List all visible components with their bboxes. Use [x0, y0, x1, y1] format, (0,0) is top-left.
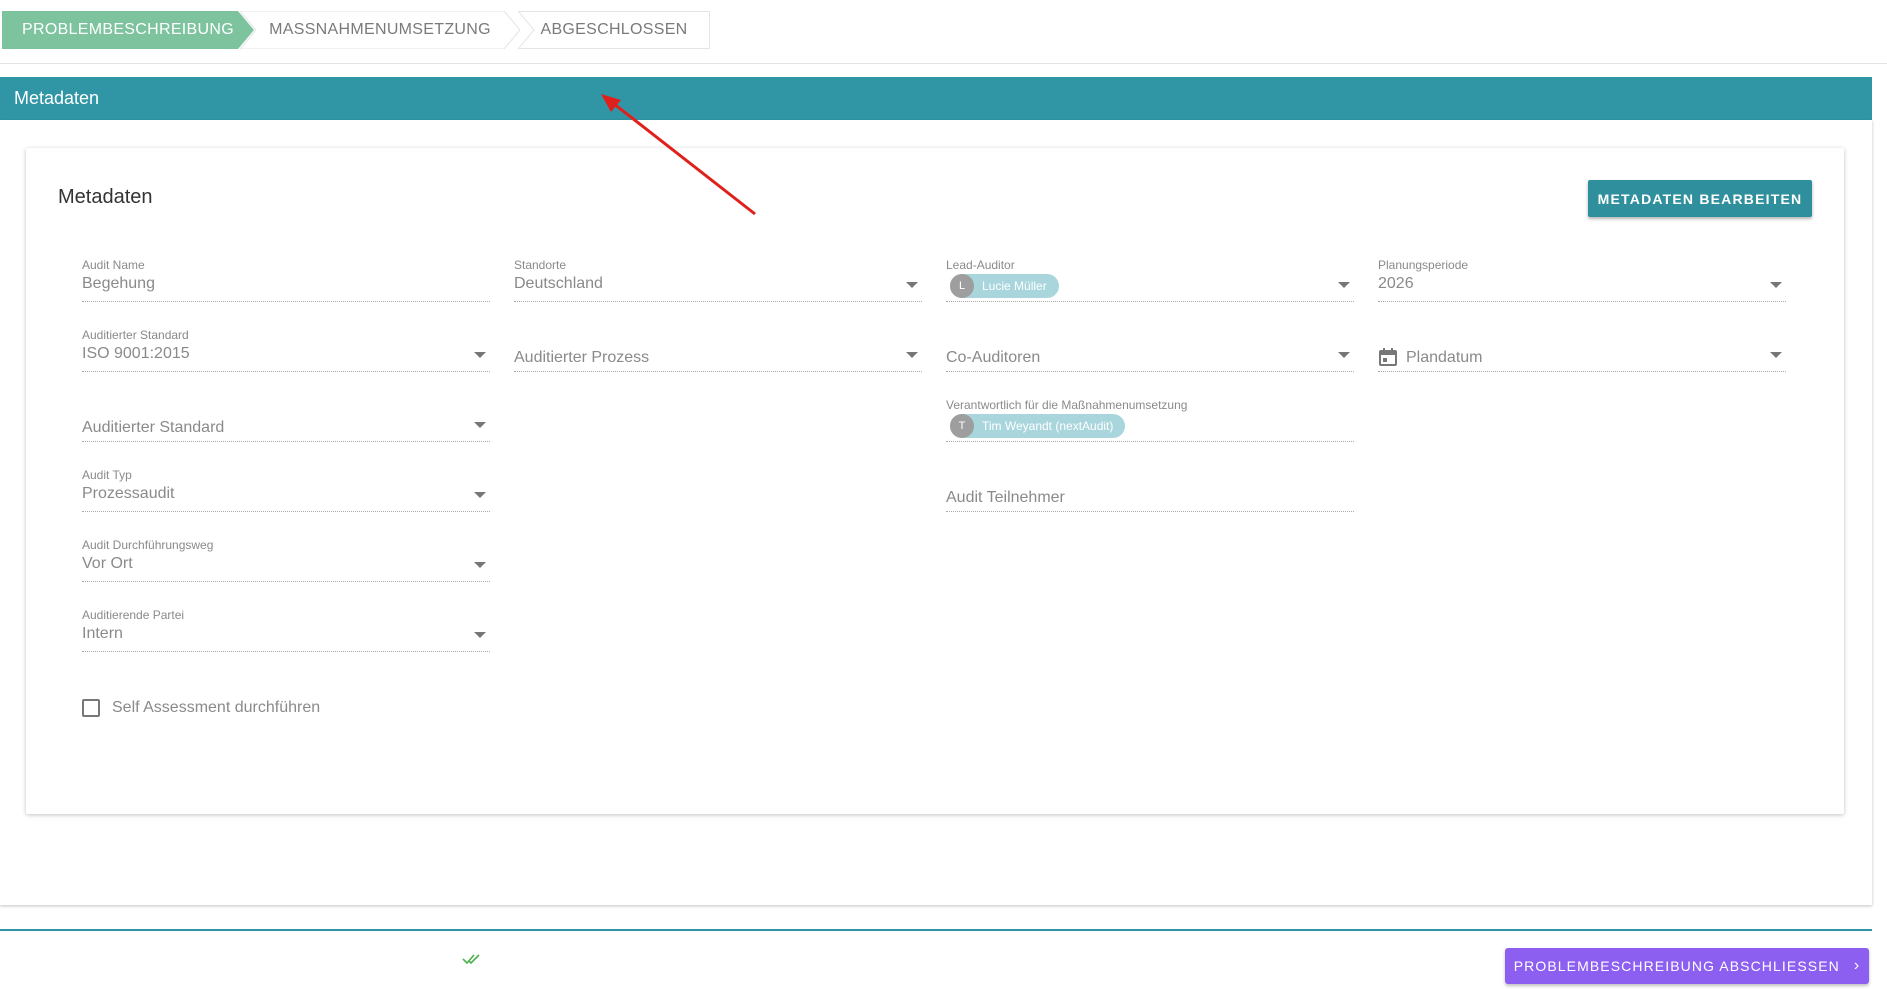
step-label: PROBLEMBESCHREIBUNG	[22, 21, 234, 38]
auditierter-prozess-select[interactable]: Auditierter Prozess	[514, 328, 922, 372]
field-label: Auditierter Standard	[82, 328, 189, 342]
step-abgeschlossen[interactable]: ABGESCHLOSSEN	[518, 11, 710, 49]
dropdown-arrow-icon[interactable]	[1770, 282, 1782, 288]
progress-stepper: PROBLEMBESCHREIBUNG MASSNAHMENUMSETZUNG …	[2, 11, 710, 49]
field-value: Deutschland	[514, 275, 603, 292]
field-label: Verantwortlich für die Maßnahmenumsetzun…	[946, 398, 1188, 412]
auditierter-standard-select[interactable]: Auditierter Standard ISO 9001:2015	[82, 328, 490, 372]
standorte-select[interactable]: Standorte Deutschland	[514, 258, 922, 302]
avatar: T	[950, 414, 974, 438]
section-header: Metadaten	[0, 77, 1872, 120]
annotation-arrow-icon	[601, 94, 756, 216]
verantwortlich-chip[interactable]: T Tim Weyandt (nextAudit)	[950, 414, 1126, 438]
field-label: Audit Typ	[82, 468, 132, 482]
footer-divider	[0, 929, 1872, 931]
double-check-icon	[462, 954, 480, 965]
chip-label: Tim Weyandt (nextAudit)	[982, 419, 1114, 433]
dropdown-arrow-icon[interactable]	[474, 352, 486, 358]
lead-auditor-chip[interactable]: L Lucie Müller	[950, 274, 1059, 298]
durchfuehrungsweg-select[interactable]: Audit Durchführungsweg Vor Ort	[82, 538, 490, 582]
field-value: Prozessaudit	[82, 485, 175, 502]
card-title: Metadaten	[58, 186, 153, 208]
field-placeholder: Auditierter Prozess	[514, 349, 650, 366]
field-label: Standorte	[514, 258, 567, 272]
field-label: Planungsperiode	[1378, 258, 1469, 272]
step-problembeschreibung[interactable]: PROBLEMBESCHREIBUNG	[2, 11, 254, 49]
field-value: ISO 9001:2015	[82, 345, 190, 362]
co-auditoren-select[interactable]: Co-Auditoren	[946, 328, 1354, 372]
plandatum-picker[interactable]: Plandatum	[1378, 328, 1786, 372]
edit-metadata-button[interactable]: METADATEN BEARBEITEN	[1588, 180, 1812, 217]
planungsperiode-select[interactable]: Planungsperiode 2026	[1378, 258, 1786, 302]
field-placeholder: Auditierter Standard	[82, 419, 225, 436]
step-massnahmenumsetzung[interactable]: MASSNAHMENUMSETZUNG	[240, 11, 520, 49]
field-placeholder: Audit Teilnehmer	[946, 489, 1065, 506]
dropdown-arrow-icon[interactable]	[474, 632, 486, 638]
finish-problembeschreibung-button[interactable]: PROBLEMBESCHREIBUNG ABSCHLIESSEN ›	[1505, 948, 1869, 984]
field-label: Audit Durchführungsweg	[82, 538, 214, 552]
dropdown-arrow-icon[interactable]	[474, 562, 486, 568]
field-placeholder: Plandatum	[1406, 349, 1483, 366]
dropdown-arrow-icon[interactable]	[474, 492, 486, 498]
metadata-card: Metadaten METADATEN BEARBEITEN Audit Nam…	[26, 148, 1844, 814]
calendar-icon[interactable]	[1378, 347, 1398, 367]
step-label: ABGESCHLOSSEN	[540, 21, 688, 38]
dropdown-arrow-icon[interactable]	[1770, 352, 1782, 358]
field-label: Lead-Auditor	[946, 258, 1015, 272]
dropdown-arrow-icon[interactable]	[1338, 352, 1350, 358]
dropdown-arrow-icon[interactable]	[906, 352, 918, 358]
dropdown-arrow-icon[interactable]	[906, 282, 918, 288]
dropdown-arrow-icon[interactable]	[474, 422, 486, 428]
audit-name-field[interactable]: Audit Name Begehung	[82, 258, 490, 302]
auditierter-standard-2-select[interactable]: Auditierter Standard	[82, 398, 490, 442]
field-value: Begehung	[82, 275, 155, 292]
field-label: Audit Name	[82, 258, 145, 272]
chevron-right-icon: ›	[1853, 957, 1861, 974]
field-value: Vor Ort	[82, 555, 133, 572]
audit-teilnehmer-field[interactable]: Audit Teilnehmer	[946, 468, 1354, 512]
chip-label: Lucie Müller	[982, 279, 1047, 293]
lead-auditor-select[interactable]: Lead-Auditor L Lucie Müller	[946, 258, 1354, 302]
avatar: L	[950, 274, 974, 298]
field-placeholder: Co-Auditoren	[946, 349, 1041, 366]
checkbox-label: Self Assessment durchführen	[112, 699, 321, 716]
field-value: 2026	[1378, 275, 1414, 292]
field-label: Auditierende Partei	[82, 608, 185, 622]
auditierende-partei-select[interactable]: Auditierende Partei Intern	[82, 608, 490, 652]
section-title: Metadaten	[14, 88, 100, 108]
self-assessment-checkbox[interactable]: Self Assessment durchführen	[82, 699, 320, 717]
dropdown-arrow-icon[interactable]	[1338, 282, 1350, 288]
field-value: Intern	[82, 625, 123, 642]
checkbox-box[interactable]	[82, 699, 100, 717]
divider	[0, 63, 1887, 64]
audit-typ-select[interactable]: Audit Typ Prozessaudit	[82, 468, 490, 512]
button-label: PROBLEMBESCHREIBUNG ABSCHLIESSEN	[1513, 958, 1840, 974]
step-label: MASSNAHMENUMSETZUNG	[269, 21, 491, 38]
verantwortlich-select[interactable]: Verantwortlich für die Maßnahmenumsetzun…	[946, 398, 1354, 442]
